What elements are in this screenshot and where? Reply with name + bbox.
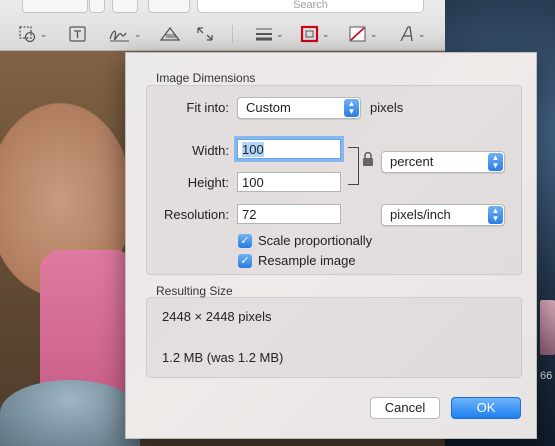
height-field[interactable]: 100 — [237, 172, 341, 192]
chevron-down-icon: ⌄ — [322, 28, 330, 39]
scale-proportionally-checkbox[interactable]: ✓ Scale proportionally — [238, 233, 372, 248]
adjust-size-tool[interactable] — [195, 22, 215, 46]
text-style-tool[interactable]: ⌄ — [398, 22, 426, 46]
border-color-tool[interactable]: ⌄ — [300, 22, 330, 46]
chevron-down-icon: ⌄ — [134, 28, 142, 39]
toolbar-separator — [232, 25, 233, 43]
lasso-icon — [18, 25, 38, 43]
cancel-button[interactable]: Cancel — [370, 397, 440, 419]
signature-icon — [108, 25, 132, 43]
height-value: 100 — [242, 175, 264, 190]
search-field[interactable]: Search — [197, 0, 424, 13]
fill-color-icon — [348, 25, 368, 43]
resolution-unit-value: pixels/inch — [390, 207, 451, 222]
width-label: Width: — [192, 143, 229, 158]
proportion-bracket — [348, 147, 359, 185]
fill-color-tool[interactable]: ⌄ — [348, 22, 378, 46]
resolution-label: Resolution: — [163, 207, 229, 222]
resolution-unit-popup[interactable]: pixels/inch ▲ ▼ — [381, 204, 505, 226]
fit-into-unit: pixels — [370, 100, 404, 115]
size-unit-value: percent — [390, 154, 434, 169]
chevron-down-icon: ⌄ — [40, 28, 48, 39]
border-color-icon — [300, 25, 320, 43]
fit-into-label: Fit into: — [186, 100, 229, 115]
background-bowl — [0, 380, 140, 446]
width-field[interactable]: 100 — [237, 139, 341, 159]
fit-into-value: Custom — [246, 100, 291, 115]
resample-image-label: Resample image — [258, 253, 356, 268]
popup-arrows-icon: ▲ ▼ — [488, 206, 503, 224]
text-box-icon — [68, 25, 88, 43]
chevron-down-icon: ⌄ — [418, 28, 426, 39]
prism-icon — [158, 25, 182, 43]
chevron-down-icon: ⌄ — [276, 28, 284, 39]
text-style-icon — [398, 25, 416, 43]
desktop-thumbnail-label: 66 — [540, 370, 553, 382]
resample-image-checkbox[interactable]: ✓ Resample image — [238, 253, 356, 268]
size-unit-popup[interactable]: percent ▲ ▼ — [381, 151, 505, 173]
ok-button[interactable]: OK — [451, 397, 521, 419]
resolution-value: 72 — [242, 207, 257, 222]
resize-icon — [195, 25, 215, 43]
popup-arrows-icon: ▲ ▼ — [344, 99, 359, 117]
checkmark-icon: ✓ — [238, 233, 252, 248]
adjust-size-dialog: Image Dimensions Fit into: Custom ▲ ▼ pix… — [125, 52, 537, 439]
resolution-field[interactable]: 72 — [237, 204, 341, 224]
height-label: Height: — [187, 175, 229, 190]
lock-icon[interactable] — [362, 151, 374, 170]
markup-dropdown[interactable] — [89, 0, 105, 13]
line-weight-icon — [254, 25, 274, 43]
popup-arrows-icon: ▲ ▼ — [488, 153, 503, 171]
width-value: 100 — [242, 142, 264, 157]
scale-proportionally-label: Scale proportionally — [258, 233, 373, 248]
selection-tool[interactable]: ⌄ — [18, 22, 48, 46]
chevron-down-icon: ⌄ — [370, 28, 378, 39]
checkmark-icon: ✓ — [238, 253, 252, 268]
resulting-size-title: Resulting Size — [156, 284, 233, 298]
shape-style-tool[interactable]: ⌄ — [254, 22, 284, 46]
rotate-button[interactable] — [112, 0, 138, 13]
preview-toolbar: Search ⌄ ⌄ ⌄ ⌄ ⌄ ⌄ — [0, 0, 445, 51]
result-file-size: 1.2 MB (was 1.2 MB) — [162, 350, 284, 365]
search-placeholder: Search — [293, 0, 328, 11]
desktop-thumbnail[interactable] — [540, 300, 555, 355]
adjust-color-tool[interactable] — [158, 22, 182, 46]
result-pixels: 2448 × 2448 pixels — [162, 309, 272, 324]
image-dimensions-title: Image Dimensions — [156, 71, 256, 85]
markup-button[interactable] — [22, 0, 88, 13]
text-tool[interactable] — [68, 22, 88, 46]
share-button[interactable] — [148, 0, 190, 13]
sign-tool[interactable]: ⌄ — [108, 22, 142, 46]
fit-into-popup[interactable]: Custom ▲ ▼ — [237, 97, 361, 119]
